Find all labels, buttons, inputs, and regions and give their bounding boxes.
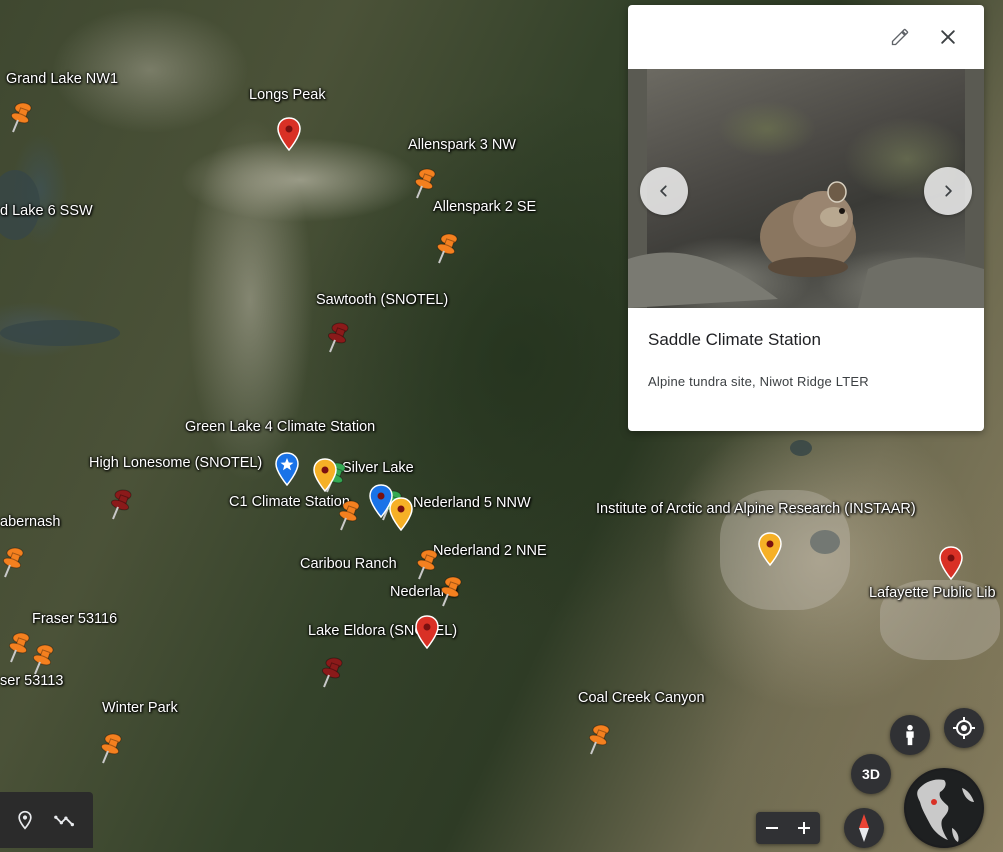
place-label-grand-lake-nw1[interactable]: Grand Lake NW1 xyxy=(6,71,118,87)
orange-pushpin-icon[interactable] xyxy=(412,166,438,200)
placemark-icon xyxy=(18,810,32,830)
place-label-high-lonesome[interactable]: High Lonesome (SNOTEL) xyxy=(89,455,262,471)
chevron-left-icon xyxy=(660,185,667,197)
path-line-icon xyxy=(54,815,74,827)
orange-pushpin-icon[interactable] xyxy=(6,630,32,664)
chevron-right-icon xyxy=(945,185,952,197)
orange-pushpin-icon[interactable] xyxy=(336,498,362,532)
street-view-button[interactable] xyxy=(890,715,930,755)
orange-pushpin-icon[interactable] xyxy=(414,547,440,581)
darkred-pushpin-icon[interactable] xyxy=(108,487,134,521)
my-location-button[interactable] xyxy=(944,708,984,748)
close-button[interactable] xyxy=(930,19,966,55)
place-label-caribou-ranch[interactable]: Caribou Ranch xyxy=(300,556,397,572)
orange-pushpin-icon[interactable] xyxy=(30,642,56,676)
draw-line-button[interactable] xyxy=(51,806,79,834)
place-label-silver-lake[interactable]: Silver Lake xyxy=(342,460,414,476)
pegman-icon xyxy=(906,724,914,746)
darkred-pushpin-icon[interactable] xyxy=(319,655,345,689)
place-label-tabernash[interactable]: abernash xyxy=(0,514,60,530)
compass-button[interactable] xyxy=(844,808,884,848)
place-label-c1-climate-station[interactable]: C1 Climate Station xyxy=(229,494,350,510)
place-info-card: Saddle Climate Station Alpine tundra sit… xyxy=(628,5,984,431)
place-label-sawtooth[interactable]: Sawtooth (SNOTEL) xyxy=(316,292,448,308)
add-placemark-button[interactable] xyxy=(11,806,39,834)
red-marker-icon[interactable] xyxy=(276,117,302,151)
darkred-pushpin-icon[interactable] xyxy=(325,320,351,354)
place-label-allenspark-3nw[interactable]: Allenspark 3 NW xyxy=(408,137,516,153)
lake xyxy=(790,440,812,456)
globe-minimap[interactable] xyxy=(904,768,984,848)
yellow-marker-icon[interactable] xyxy=(388,497,414,531)
next-photo-button[interactable] xyxy=(924,167,972,215)
zoom-controls xyxy=(756,812,820,844)
orange-pushpin-icon[interactable] xyxy=(0,545,26,579)
orange-pushpin-icon[interactable] xyxy=(98,731,124,765)
place-label-lake-6ssw[interactable]: d Lake 6 SSW xyxy=(0,203,93,219)
place-label-winter-park[interactable]: Winter Park xyxy=(102,700,178,716)
place-label-allenspark-2se[interactable]: Allenspark 2 SE xyxy=(433,199,536,215)
drawing-toolbar xyxy=(0,792,93,848)
compass-needle-icon xyxy=(859,814,869,842)
place-label-fraser-53116[interactable]: Fraser 53116 xyxy=(32,611,117,627)
pencil-icon xyxy=(891,28,909,46)
orange-pushpin-icon[interactable] xyxy=(8,100,34,134)
crosshair-location-icon xyxy=(953,717,975,739)
place-photo xyxy=(628,69,984,308)
edit-button[interactable] xyxy=(882,19,918,55)
toggle-3d-button[interactable]: 3D xyxy=(851,754,891,794)
lake xyxy=(0,320,120,346)
orange-pushpin-icon[interactable] xyxy=(438,574,464,608)
blue-star-marker-icon[interactable] xyxy=(274,452,300,486)
globe-icon xyxy=(906,770,982,846)
place-label-nederland-2nne[interactable]: Nederland 2 NNE xyxy=(433,543,547,559)
minus-icon xyxy=(766,827,778,829)
yellow-marker-icon[interactable] xyxy=(312,458,338,492)
place-label-lafayette[interactable]: Lafayette Public Lib xyxy=(869,585,996,601)
red-marker-icon[interactable] xyxy=(938,546,964,580)
close-icon xyxy=(941,30,955,44)
place-label-nederland-5nnw[interactable]: Nederland 5 NNW xyxy=(413,495,531,511)
previous-photo-button[interactable] xyxy=(640,167,688,215)
place-label-instaar[interactable]: Institute of Arctic and Alpine Research … xyxy=(596,501,916,517)
zoom-in-button[interactable] xyxy=(788,812,820,844)
yellow-marker-icon[interactable] xyxy=(757,532,783,566)
place-label-longs-peak[interactable]: Longs Peak xyxy=(249,87,326,103)
place-description: Alpine tundra site, Niwot Ridge LTER xyxy=(648,374,869,389)
orange-pushpin-icon[interactable] xyxy=(434,231,460,265)
place-label-green-lake-4[interactable]: Green Lake 4 Climate Station xyxy=(185,419,375,435)
place-title: Saddle Climate Station xyxy=(648,330,821,349)
red-marker-icon[interactable] xyxy=(414,615,440,649)
place-label-coal-creek-canyon[interactable]: Coal Creek Canyon xyxy=(578,690,705,706)
zoom-out-button[interactable] xyxy=(756,812,788,844)
plus-icon xyxy=(798,822,810,834)
orange-pushpin-icon[interactable] xyxy=(586,722,612,756)
